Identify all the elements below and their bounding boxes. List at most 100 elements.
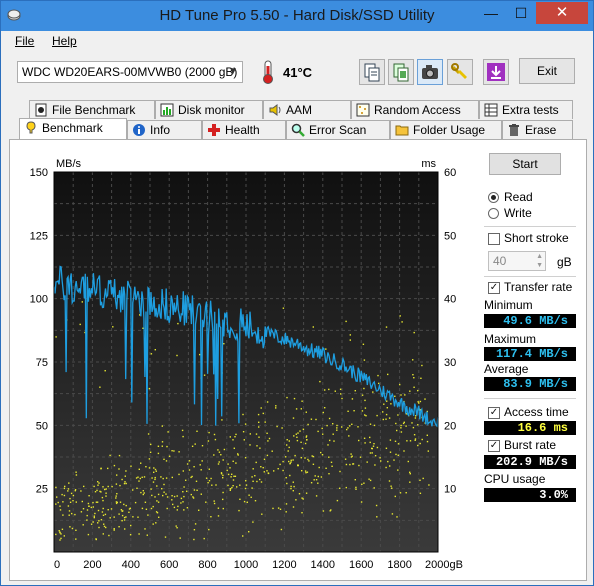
- access-time-point: [376, 414, 378, 417]
- access-time-point: [61, 493, 63, 496]
- access-time-point: [393, 459, 395, 461]
- tab-label: Disk monitor: [178, 103, 245, 117]
- access-time-point: [104, 370, 106, 372]
- tab-disk-monitor[interactable]: Disk monitor: [155, 100, 263, 119]
- tab-label: Extra tests: [502, 103, 559, 117]
- access-time-point: [357, 426, 359, 428]
- access-time-point: [251, 476, 253, 478]
- access-time-point: [211, 484, 213, 486]
- options-button[interactable]: [447, 59, 473, 85]
- access-time-point: [325, 467, 327, 469]
- access-time-point: [234, 475, 237, 477]
- tab-error-scan[interactable]: Error Scan: [286, 120, 390, 139]
- screenshot-button[interactable]: [417, 59, 443, 85]
- access-time-point: [336, 429, 338, 431]
- tab-random-access[interactable]: Random Access: [351, 100, 479, 119]
- access-time-point: [305, 436, 307, 438]
- access-time-point: [102, 486, 104, 488]
- access-time-point: [55, 503, 57, 505]
- access-time-point: [154, 496, 156, 498]
- access-time-point: [417, 444, 419, 447]
- access-time-point: [285, 477, 287, 479]
- access-time-point: [123, 503, 125, 506]
- access-time-point: [277, 507, 280, 509]
- tab-health[interactable]: Health: [202, 120, 286, 139]
- access-time-point: [233, 447, 235, 449]
- access-time-point: [293, 485, 295, 488]
- maximize-button[interactable]: ☐: [506, 2, 536, 24]
- tab-erase[interactable]: Erase: [502, 120, 573, 139]
- menu-help[interactable]: Help: [52, 34, 77, 48]
- tab-folder-usage[interactable]: Folder Usage: [390, 120, 502, 139]
- access-time-point: [161, 425, 163, 427]
- access-time-point: [144, 501, 147, 503]
- access-time-point: [373, 424, 376, 427]
- access-time-point: [222, 507, 224, 510]
- access-time-point: [165, 460, 168, 462]
- access-time-point: [166, 507, 168, 510]
- tab-benchmark[interactable]: Benchmark: [19, 118, 127, 139]
- access-time-point: [292, 459, 294, 461]
- access-time-point: [155, 522, 157, 524]
- copy-button[interactable]: [359, 59, 385, 85]
- access-time-point: [86, 514, 88, 517]
- copy-all-button[interactable]: [388, 59, 414, 85]
- short-stroke-input[interactable]: 40 ▲ ▼: [488, 251, 546, 271]
- access-time-point: [102, 507, 104, 510]
- access-time-point: [87, 502, 90, 505]
- access-time-point: [150, 443, 152, 446]
- access-time-point: [363, 387, 365, 390]
- access-time-point: [99, 386, 101, 388]
- access-time-point: [125, 482, 127, 485]
- access-time-point: [221, 419, 223, 421]
- divider: [484, 226, 576, 227]
- access-time-point: [69, 526, 71, 528]
- access-time-point: [286, 439, 288, 441]
- access-time-point: [257, 413, 260, 416]
- access-time-point: [273, 470, 275, 472]
- access-time-point: [182, 491, 184, 493]
- menu-file[interactable]: File: [15, 34, 34, 48]
- access-time-point: [150, 488, 152, 490]
- write-radio[interactable]: [488, 208, 499, 219]
- read-label: Read: [504, 190, 533, 204]
- drive-select[interactable]: WDC WD20EARS-00MVWB0 (2000 gB) ▼: [17, 61, 243, 83]
- tab-info[interactable]: Info: [127, 120, 202, 139]
- access-time-point: [115, 501, 118, 503]
- access-time-point: [345, 486, 347, 489]
- access-time-point: [218, 461, 220, 463]
- access-time-point: [100, 467, 102, 469]
- transfer-rate-checkbox[interactable]: ✓: [488, 282, 500, 294]
- access-time-point: [396, 429, 398, 432]
- access-time-point: [93, 515, 95, 517]
- short-stroke-checkbox[interactable]: [488, 233, 500, 245]
- access-time-point: [399, 383, 401, 386]
- access-time-point: [157, 445, 160, 447]
- exit-button[interactable]: Exit: [519, 58, 575, 84]
- tab-aam[interactable]: AAM: [263, 100, 351, 119]
- access-time-point: [208, 431, 210, 434]
- y-tick-label-left: 125: [30, 230, 48, 242]
- access-time-point: [180, 497, 183, 500]
- x-tick-label: 1600: [349, 559, 373, 571]
- access-time-point: [188, 469, 191, 471]
- access-time-checkbox[interactable]: ✓: [488, 407, 500, 419]
- access-time-point: [166, 496, 169, 498]
- save-button[interactable]: [483, 59, 509, 85]
- access-time-point: [161, 441, 164, 443]
- close-button[interactable]: ✕: [536, 2, 588, 24]
- access-time-point: [286, 482, 288, 485]
- access-time-point: [178, 473, 180, 476]
- tab-file-benchmark[interactable]: File Benchmark: [29, 100, 155, 119]
- access-time-point: [329, 439, 331, 442]
- access-time-point: [181, 429, 184, 432]
- access-time-point: [154, 478, 156, 481]
- burst-rate-checkbox[interactable]: ✓: [488, 440, 500, 452]
- access-time-point: [74, 490, 76, 492]
- access-time-point: [407, 460, 409, 463]
- read-radio[interactable]: [488, 192, 499, 203]
- minimize-button[interactable]: —: [476, 2, 506, 24]
- tab-extra-tests[interactable]: Extra tests: [479, 100, 573, 119]
- access-time-point: [259, 447, 261, 449]
- start-button[interactable]: Start: [489, 153, 561, 175]
